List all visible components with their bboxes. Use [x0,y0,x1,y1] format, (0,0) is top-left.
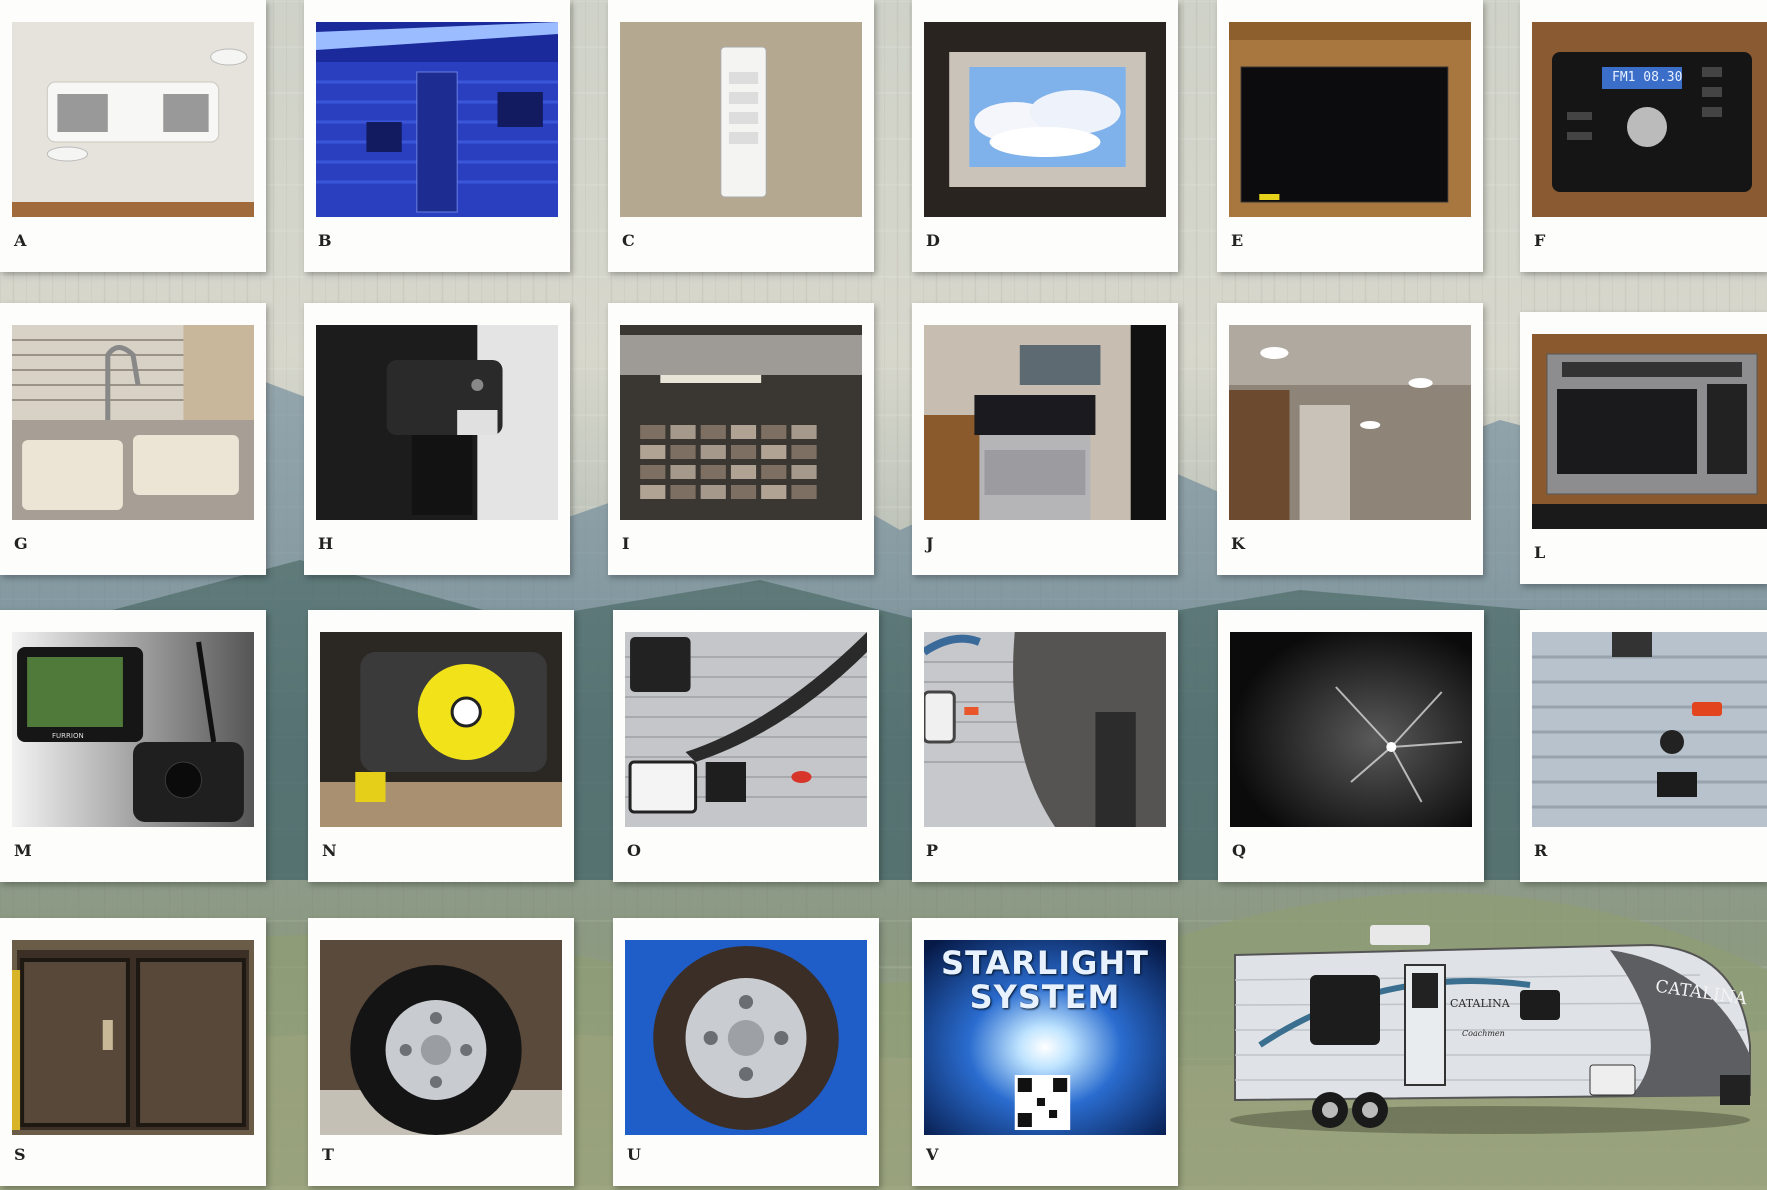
card-label: K [1231,534,1245,553]
photo-card-a[interactable]: A [0,0,266,272]
exterior-shower-photo [625,632,867,827]
stereo-photo: FM1 08.30 [1532,22,1767,217]
spare-tire-photo [625,940,867,1135]
photo-card-m[interactable]: FURRION M [0,610,266,882]
stereo-display-text: FM1 08.30 [1612,70,1683,85]
photo-card-h[interactable]: H [304,303,570,575]
backup-camera-photo: FURRION [12,632,254,827]
photo-card-v[interactable]: STARLIGHT SYSTEM V [912,918,1178,1186]
photo-card-o[interactable]: O [613,610,879,882]
photo-card-j[interactable]: J [912,303,1178,575]
travel-trailer-image: CATALINA CATALINA Coachmen [1230,925,1755,1140]
photo-card-b[interactable]: B [304,0,570,272]
card-label: U [627,1145,641,1164]
screen-room-photo [12,940,254,1135]
starlight-title-line2: SYSTEM [969,978,1121,1016]
trailer-side-brand: CATALINA [1450,997,1510,1010]
switch-panel-photo [620,22,862,217]
card-label: G [14,534,28,553]
photo-card-p[interactable]: P [912,610,1178,882]
water-spray-photo [1230,632,1472,827]
card-label: V [926,1145,939,1164]
card-label: S [14,1145,26,1164]
card-label: M [14,841,32,860]
card-label: L [1534,543,1546,562]
card-label: I [622,534,630,553]
trailer-led-photo [316,22,558,217]
card-label: H [318,534,334,553]
starlight-title: STARLIGHT SYSTEM [924,946,1166,1014]
skylight-photo [924,22,1166,217]
ceiling-lights-photo [1229,325,1471,520]
card-label: N [322,841,337,860]
air-conditioner-photo [12,22,254,217]
card-label: P [926,841,939,860]
card-label: F [1534,231,1546,250]
gas-range-photo [924,325,1166,520]
photo-card-c[interactable]: C [608,0,874,272]
photo-card-k[interactable]: K [1217,303,1483,575]
card-label: A [14,231,27,250]
photo-card-l[interactable]: L [1520,312,1767,584]
tv-photo [1229,22,1471,217]
card-label: J [926,534,934,553]
siding-port-photo [1532,632,1767,827]
trailer-maker: Coachmen [1462,1029,1505,1038]
starlight-system-photo: STARLIGHT SYSTEM [924,940,1166,1135]
photo-card-g[interactable]: G [0,303,266,575]
photo-card-d[interactable]: D [912,0,1178,272]
card-label: Q [1232,841,1246,860]
front-cap-photo [924,632,1166,827]
microwave-photo [1532,334,1767,529]
card-label: T [322,1145,334,1164]
photo-card-q[interactable]: Q [1218,610,1484,882]
photo-card-u[interactable]: U [613,918,879,1186]
card-label: O [627,841,641,860]
card-label: B [318,231,332,250]
sink-photo [12,325,254,520]
starlight-title-line1: STARLIGHT [941,944,1149,982]
card-label: D [926,231,940,250]
card-label: R [1534,841,1548,860]
photo-card-s[interactable]: S [0,918,266,1186]
card-label: E [1231,231,1244,250]
mounted-tire-photo [320,940,562,1135]
photo-card-e[interactable]: E [1217,0,1483,272]
photo-card-r[interactable]: R [1520,610,1767,882]
photo-card-f[interactable]: FM1 08.30 F [1520,0,1767,272]
power-jack-photo [316,325,558,520]
camera-brand: FURRION [52,732,84,740]
photo-card-t[interactable]: T [308,918,574,1186]
card-label: C [622,231,635,250]
photo-card-n[interactable]: N [308,610,574,882]
hitch-lock-photo [320,632,562,827]
range-hood-photo [620,325,862,520]
photo-card-i[interactable]: I [608,303,874,575]
